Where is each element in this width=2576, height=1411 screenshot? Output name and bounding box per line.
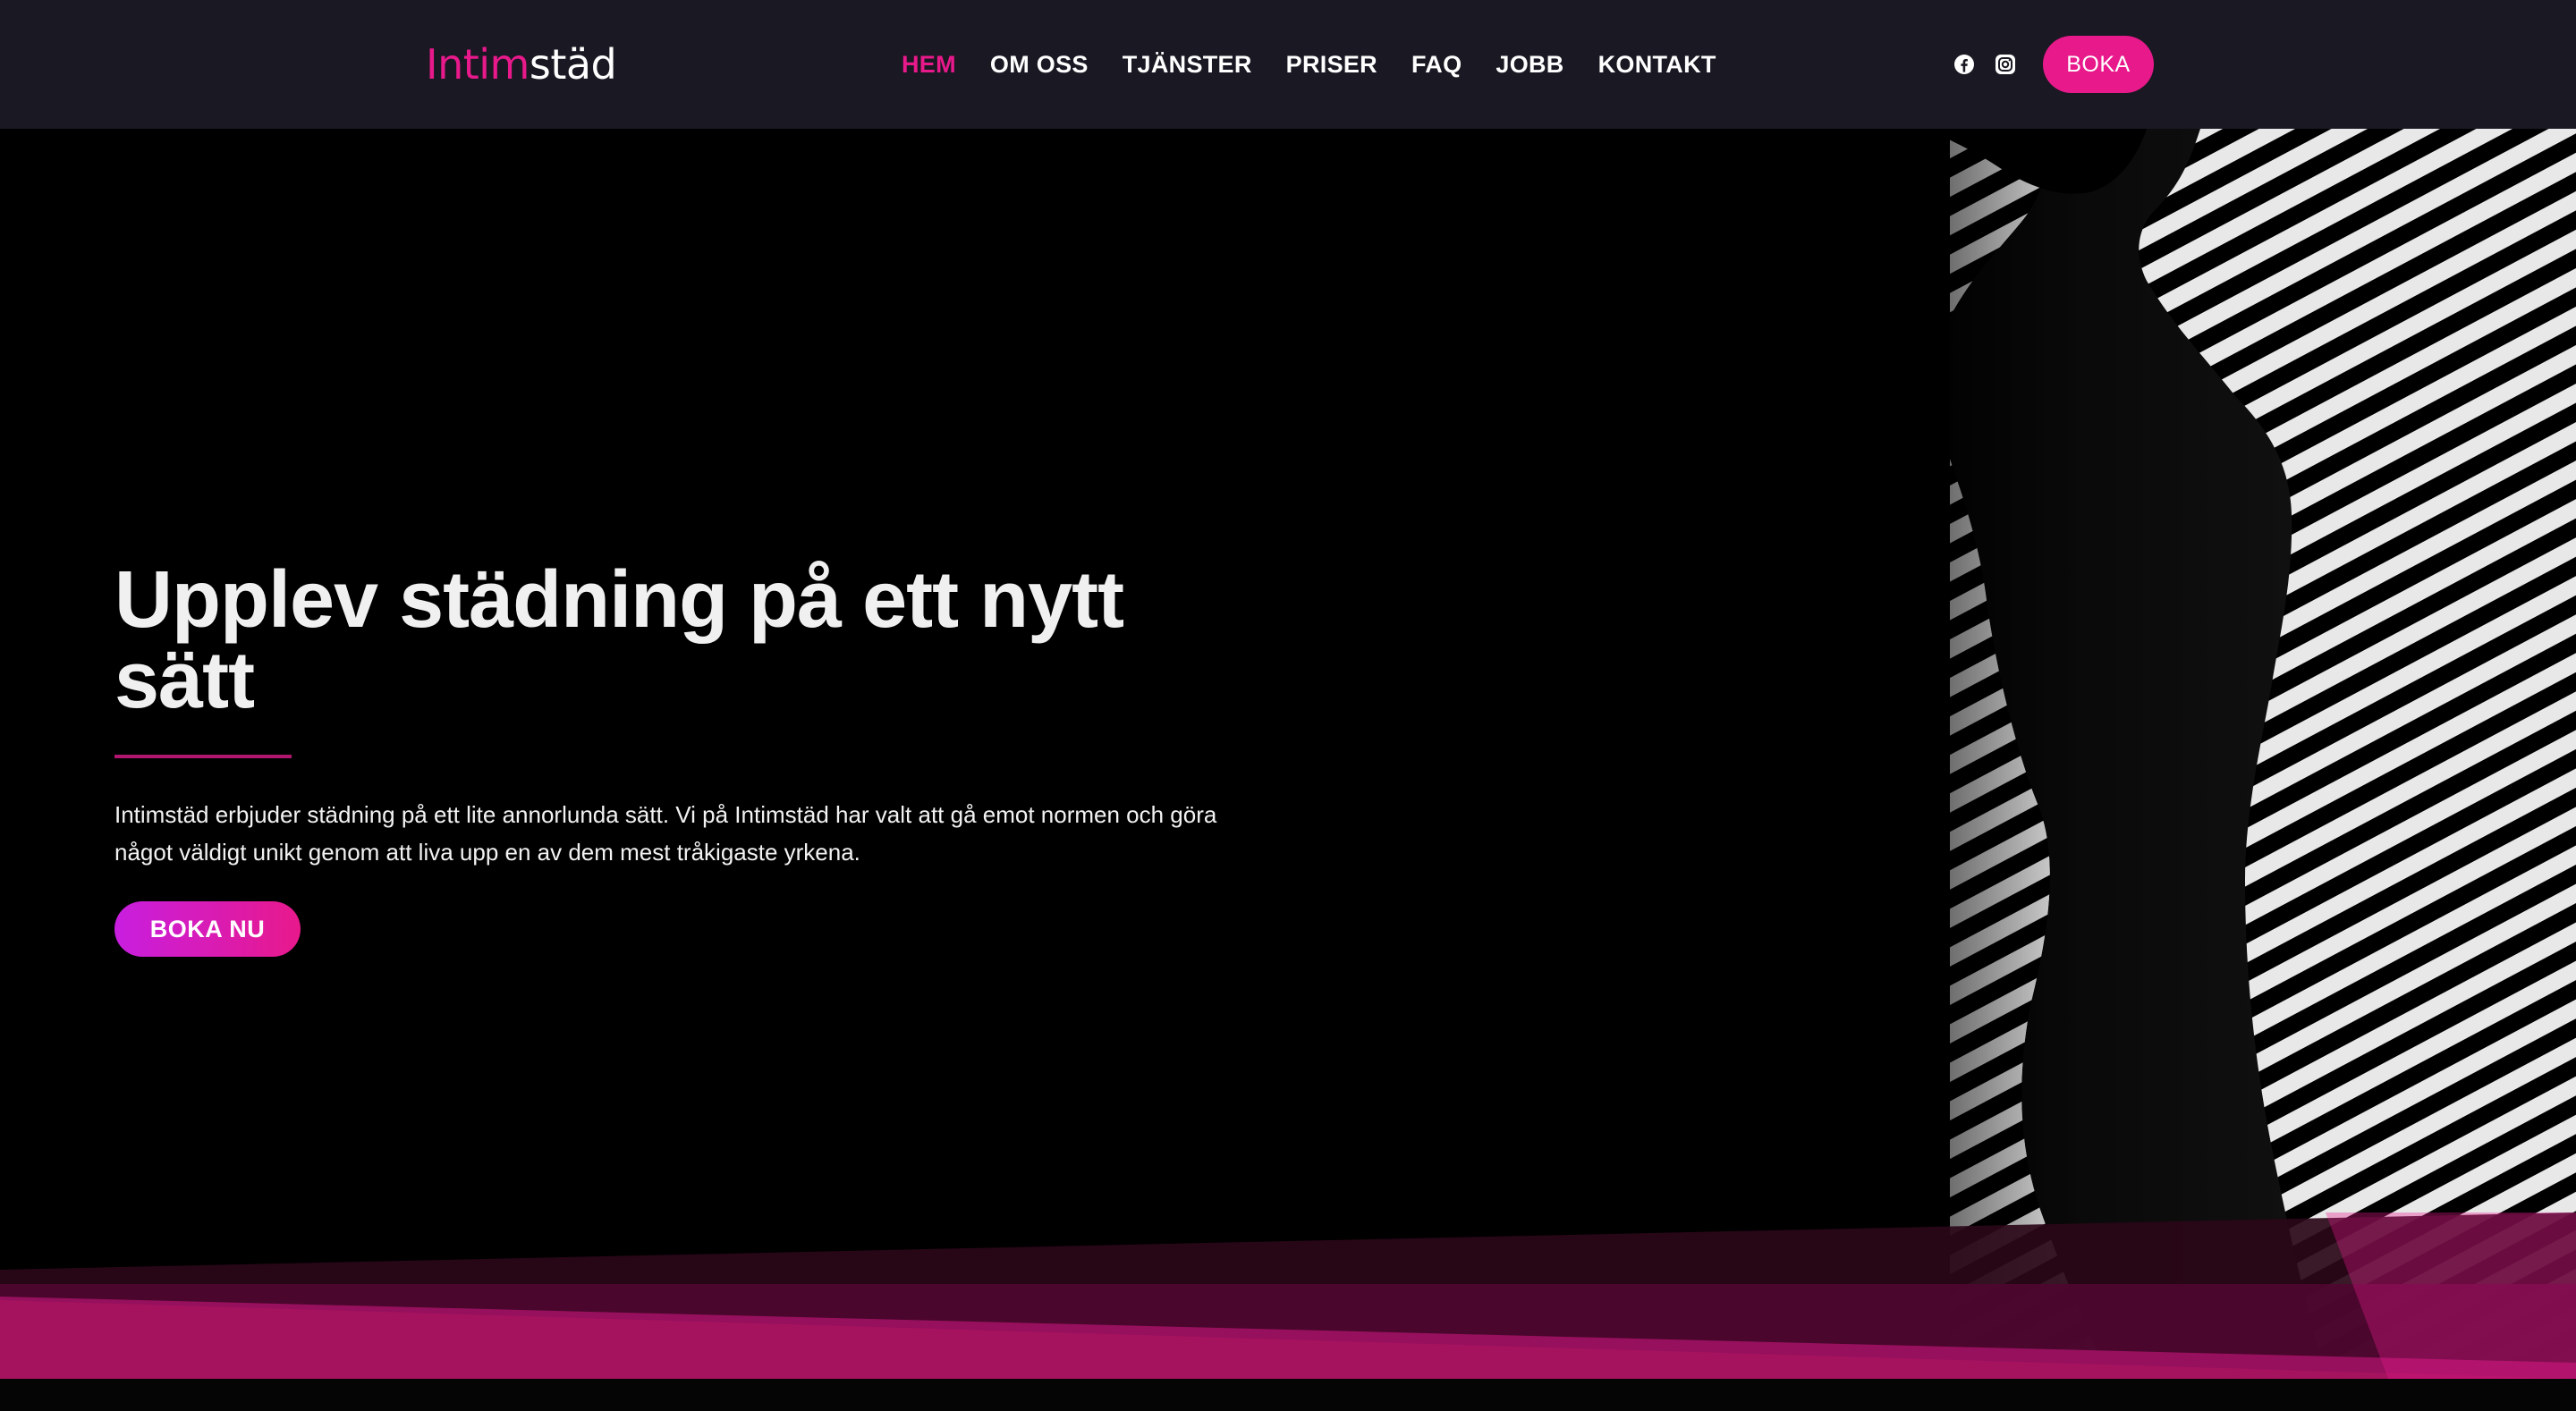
facebook-icon <box>1954 55 1974 74</box>
instagram-icon <box>1996 55 2015 74</box>
nav-item-hem[interactable]: HEM <box>902 51 956 79</box>
bottom-edge <box>0 1379 2576 1411</box>
logo-part-intim: Intim <box>426 40 530 89</box>
boka-button[interactable]: BOKA <box>2043 36 2154 93</box>
hero-title: Upplev städning på ett nytt sätt <box>114 555 1124 725</box>
nav-item-jobb[interactable]: JOBB <box>1496 51 1563 79</box>
nav-item-om-oss[interactable]: OM OSS <box>990 51 1089 79</box>
hero-description: Intimstäd erbjuder städning på ett lite … <box>114 801 1217 866</box>
hero-section: Upplev städning på ett nytt sätt Intimst… <box>0 129 2576 1379</box>
facebook-link[interactable] <box>1946 46 1982 82</box>
instagram-link[interactable] <box>1987 46 2023 82</box>
logo[interactable]: Intim städ <box>426 38 617 91</box>
page: Intim städ HEM OM OSS TJÄNSTER PRISER FAQ… <box>0 0 2576 1411</box>
nav-item-tjanster[interactable]: TJÄNSTER <box>1123 51 1252 79</box>
hero-divider <box>114 755 292 758</box>
top-navbar: Intim städ HEM OM OSS TJÄNSTER PRISER FAQ… <box>0 0 2576 129</box>
main-nav: HEM OM OSS TJÄNSTER PRISER FAQ JOBB KONT… <box>902 39 1716 89</box>
hero-image <box>1825 129 2576 1379</box>
nav-item-kontakt[interactable]: KONTAKT <box>1598 51 1716 79</box>
logo-part-stad: städ <box>529 40 617 89</box>
nav-item-faq[interactable]: FAQ <box>1411 51 1462 79</box>
boka-nu-button[interactable]: BOKA NU <box>114 901 301 957</box>
hero-content: Upplev städning på ett nytt sätt Intimst… <box>114 560 1277 957</box>
nav-item-priser[interactable]: PRISER <box>1286 51 1377 79</box>
